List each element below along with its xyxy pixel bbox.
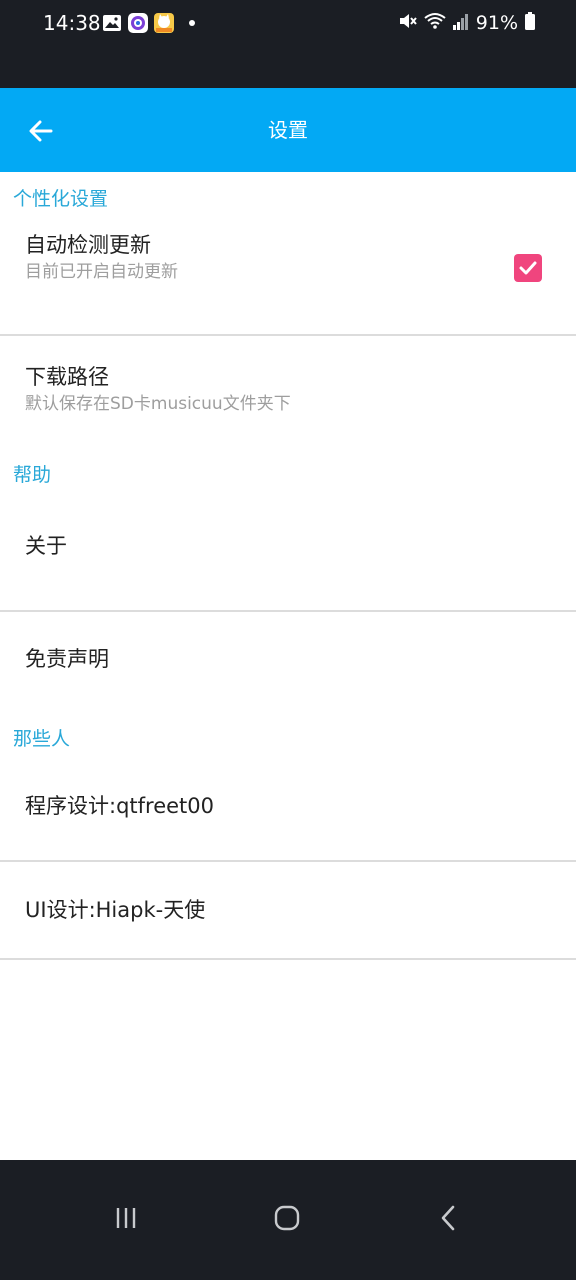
status-bar: 14:38 91% bbox=[0, 0, 576, 88]
disclaimer-title: 免责声明 bbox=[25, 647, 109, 671]
wifi-icon bbox=[424, 11, 446, 35]
status-notification-icons bbox=[101, 12, 195, 34]
recent-apps-button[interactable] bbox=[112, 1204, 140, 1236]
recent-apps-icon bbox=[116, 1208, 136, 1228]
auto-update-checkbox[interactable] bbox=[514, 254, 542, 282]
section-header-personalization: 个性化设置 bbox=[13, 187, 109, 210]
programmer-credit[interactable]: 程序设计:qtfreet00 bbox=[0, 748, 576, 860]
about-preference[interactable]: 关于 bbox=[0, 498, 576, 610]
auto-update-title: 自动检测更新 bbox=[25, 233, 151, 257]
mute-icon bbox=[398, 11, 418, 35]
settings-list: 个性化设置 自动检测更新 目前已开启自动更新 下载路径 默认保存在SD卡musi… bbox=[0, 172, 576, 960]
gallery-icon bbox=[101, 12, 123, 34]
disclaimer-preference[interactable]: 免责声明 bbox=[0, 612, 576, 724]
home-icon bbox=[274, 1205, 300, 1231]
check-icon bbox=[519, 261, 537, 275]
cat-app-icon bbox=[153, 12, 175, 34]
app-bar: 设置 bbox=[0, 88, 576, 172]
nav-back-button[interactable] bbox=[435, 1204, 463, 1236]
download-path-summary: 默认保存在SD卡musicuu文件夹下 bbox=[25, 394, 291, 414]
status-time: 14:38 bbox=[43, 11, 101, 35]
page-title: 设置 bbox=[268, 118, 308, 142]
download-path-preference[interactable]: 下载路径 默认保存在SD卡musicuu文件夹下 bbox=[0, 336, 576, 448]
divider bbox=[0, 958, 576, 960]
auto-update-summary: 目前已开启自动更新 bbox=[25, 262, 178, 282]
navigation-bar bbox=[0, 1160, 576, 1280]
programmer-credit-title: 程序设计:qtfreet00 bbox=[25, 794, 214, 818]
notification-dot bbox=[189, 20, 195, 26]
home-button[interactable] bbox=[273, 1204, 301, 1236]
camera-app-icon bbox=[127, 12, 149, 34]
about-title: 关于 bbox=[25, 534, 67, 558]
download-path-title: 下载路径 bbox=[25, 365, 109, 389]
designer-credit-title: UI设计:Hiapk-天使 bbox=[25, 898, 206, 922]
section-header-credits: 那些人 bbox=[13, 728, 71, 750]
section-header-help: 帮助 bbox=[13, 463, 52, 486]
signal-icon bbox=[452, 11, 470, 35]
auto-update-preference[interactable]: 自动检测更新 目前已开启自动更新 bbox=[0, 222, 576, 334]
battery-percentage: 91% bbox=[475, 12, 518, 34]
status-system-icons: 91% bbox=[398, 11, 536, 35]
settings-screen: 14:38 91% 设置 个性化设置 自动检测更新 目前已开启自动更新 下载路径… bbox=[0, 0, 576, 1280]
battery-icon bbox=[524, 11, 536, 35]
designer-credit[interactable]: UI设计:Hiapk-天使 bbox=[0, 862, 576, 958]
back-icon bbox=[441, 1205, 455, 1231]
